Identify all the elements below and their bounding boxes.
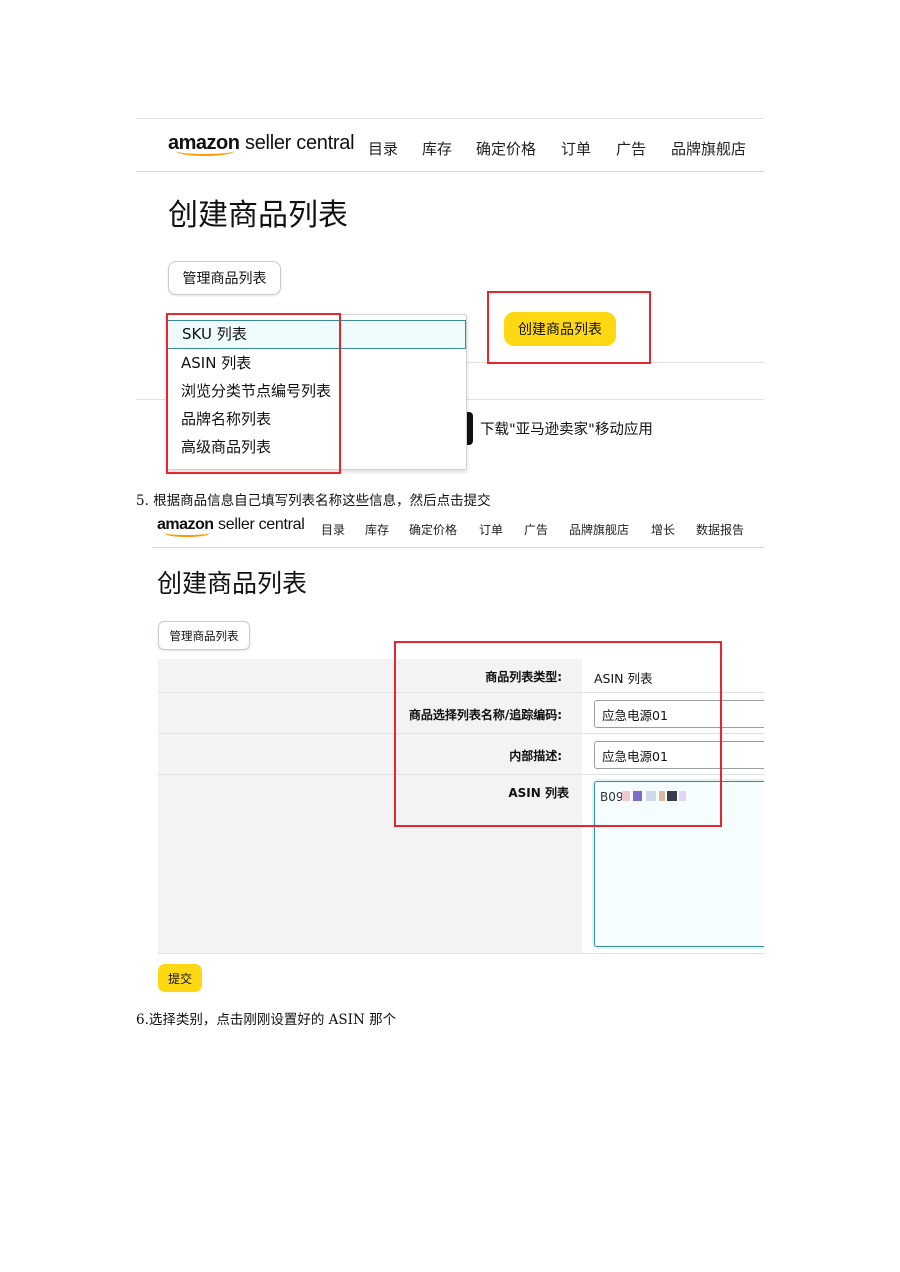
step-6-instruction: 6.选择类别，点击刚刚设置好的 ASIN 那个	[136, 1012, 397, 1028]
row-divider	[158, 953, 764, 954]
highlight-box-form-fields	[394, 641, 722, 827]
nav-orders[interactable]: 订单	[479, 521, 503, 538]
top-nav-bar: amazon seller central 目录 库存 确定价格 订单 广告 品…	[152, 514, 764, 548]
manage-lists-button[interactable]: 管理商品列表	[168, 261, 281, 295]
nav-growth[interactable]: 增长	[651, 521, 675, 538]
page-title: 创建商品列表	[157, 569, 308, 598]
nav-inventory[interactable]: 库存	[422, 138, 452, 159]
nav-pricing[interactable]: 确定价格	[476, 138, 536, 159]
amazon-smile-icon	[164, 529, 210, 537]
top-nav-bar: amazon seller central 目录 库存 确定价格 订单 广告 品…	[136, 118, 764, 172]
nav-brand-store[interactable]: 品牌旗舰店	[671, 138, 746, 159]
nav-catalog[interactable]: 目录	[321, 521, 345, 538]
nav-orders[interactable]: 订单	[561, 138, 591, 159]
nav-reports[interactable]: 数据报告	[696, 521, 744, 538]
logo-seller-central-text: seller central	[245, 132, 355, 154]
manage-lists-button[interactable]: 管理商品列表	[158, 621, 250, 650]
nav-catalog[interactable]: 目录	[368, 138, 398, 159]
nav-brand-store[interactable]: 品牌旗舰店	[569, 521, 629, 538]
highlight-box-dropdown-options	[166, 313, 341, 474]
nav-advertising[interactable]: 广告	[524, 521, 548, 538]
download-mobile-app-link[interactable]: 下载"亚马逊卖家"移动应用	[480, 418, 653, 439]
nav-inventory[interactable]: 库存	[365, 521, 389, 538]
screenshot-create-list-dropdown: amazon seller central 目录 库存 确定价格 订单 广告 品…	[136, 118, 764, 474]
nav-pricing[interactable]: 确定价格	[409, 521, 457, 538]
nav-advertising[interactable]: 广告	[616, 138, 646, 159]
screenshot-create-list-form: amazon seller central 目录 库存 确定价格 订单 广告 品…	[152, 514, 764, 1000]
highlight-box-create-button	[487, 291, 651, 364]
amazon-smile-icon	[176, 146, 234, 156]
page-title: 创建商品列表	[168, 198, 348, 233]
logo-seller-central-text: seller central	[218, 516, 305, 533]
step-5-instruction: 5. 根据商品信息自己填写列表名称这些信息，然后点击提交	[136, 493, 491, 509]
submit-button[interactable]: 提交	[158, 964, 202, 992]
